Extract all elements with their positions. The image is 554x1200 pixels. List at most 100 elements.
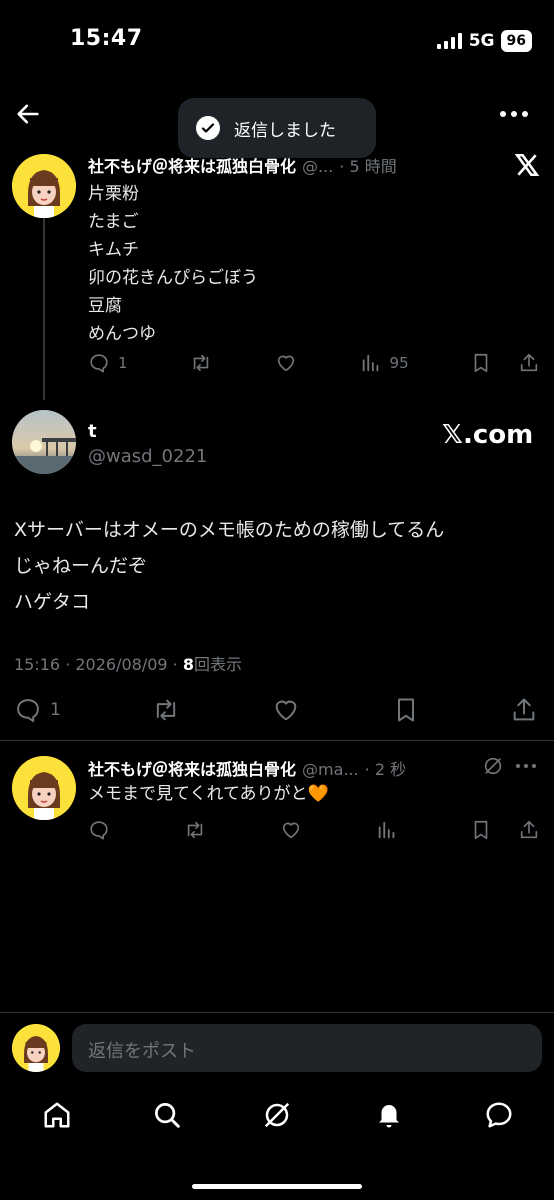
reply-count: 1: [50, 700, 61, 720]
toast-text: 返信しました: [234, 120, 336, 141]
post-time: · 5 時間: [339, 157, 397, 176]
share-icon: [520, 353, 538, 372]
avatar[interactable]: [12, 756, 76, 820]
reply-post-header: 社不もげ＠将来は孤独白骨化 @ma... · 2 秒: [88, 756, 406, 780]
reply-icon: [90, 821, 108, 840]
bookmark-button[interactable]: [470, 352, 492, 374]
reply-placeholder: 返信をポスト: [88, 1041, 196, 1062]
share-button[interactable]: [510, 696, 538, 724]
more-options-button[interactable]: [498, 100, 530, 128]
post-timestamp: 15:16 · 2026/08/09 ·: [14, 655, 183, 674]
reply-post-actions: [88, 819, 540, 841]
reply-button[interactable]: 1: [88, 352, 128, 374]
views-button[interactable]: [376, 819, 398, 841]
parent-post-header: 社不もげ＠将来は孤独白骨化 @... · 5 時間: [88, 153, 397, 177]
view-label: 回表示: [193, 655, 242, 674]
text-line: 豆腐: [88, 296, 122, 316]
like-button[interactable]: [274, 352, 298, 374]
bookmark-button[interactable]: [470, 819, 492, 841]
repost-icon: [187, 821, 202, 839]
share-icon: [513, 698, 535, 721]
bookmark-icon: [474, 353, 488, 373]
nav-grok[interactable]: [262, 1100, 292, 1130]
like-button[interactable]: [271, 696, 301, 724]
view-count: 95: [389, 354, 409, 372]
reply-button[interactable]: 1: [14, 696, 61, 724]
back-arrow-icon: [17, 104, 39, 124]
author-name[interactable]: t: [88, 421, 97, 442]
author-handle[interactable]: @wasd_0221: [88, 446, 207, 467]
grok-button[interactable]: [482, 755, 504, 777]
author-handle[interactable]: @ma...: [302, 760, 359, 779]
view-count: 8: [182, 655, 194, 674]
text-line: キムチ: [88, 240, 139, 260]
post-meta: 15:16 · 2026/08/09 · 8回表示: [14, 651, 242, 675]
author-name[interactable]: 社不もげ＠将来は孤独白骨化: [88, 153, 296, 177]
more-icon: [516, 764, 536, 768]
grok-icon: [264, 1102, 290, 1128]
back-button[interactable]: [14, 100, 42, 128]
reply-button[interactable]: [88, 819, 110, 841]
text-line: ハゲタコ: [14, 591, 91, 613]
repost-icon: [193, 354, 209, 372]
search-icon: [155, 1103, 180, 1128]
avatar[interactable]: [12, 410, 76, 474]
x-logo-icon: [514, 152, 540, 178]
text-line: Xサーバーはオメーのメモ帳のための稼働してるん: [14, 519, 445, 541]
more-options-button[interactable]: [514, 755, 538, 777]
battery-indicator: 96: [500, 30, 532, 52]
reply-icon: [17, 699, 39, 723]
analytics-icon: [362, 354, 378, 372]
repost-button[interactable]: [151, 696, 181, 724]
messages-icon: [486, 1102, 512, 1128]
analytics-icon: [378, 821, 394, 839]
repost-button[interactable]: [183, 819, 207, 841]
reply-count: 1: [118, 354, 128, 372]
reply-sent-toast: 返信しました: [178, 98, 376, 158]
main-post-text: Xサーバーはオメーのメモ帳のための稼働してるん じゃねーんだぞ ハゲタコ: [14, 512, 444, 620]
home-icon: [44, 1102, 70, 1128]
share-button[interactable]: [518, 352, 540, 374]
nav-messages[interactable]: [484, 1100, 514, 1130]
repost-icon: [156, 699, 176, 721]
reply-post-text: メモまで見てくれてありがと🧡: [88, 784, 329, 804]
signal-icon: [436, 33, 462, 49]
more-icon: [500, 111, 528, 117]
avatar: [12, 1024, 60, 1072]
heart-icon: [278, 355, 295, 372]
divider: [0, 740, 554, 741]
notifications-icon: [379, 1105, 399, 1128]
heart-icon: [276, 700, 297, 721]
parent-post-text: 片栗粉 たまご キムチ 卯の花きんぴらごぼう 豆腐 めんつゆ: [88, 180, 258, 348]
share-button[interactable]: [518, 819, 540, 841]
text-line: めんつゆ: [88, 324, 156, 344]
reply-icon: [90, 354, 108, 373]
text-line: 片栗粉: [88, 184, 139, 204]
nav-search[interactable]: [152, 1100, 182, 1130]
network-type: 5G: [468, 31, 495, 51]
text-line: たまご: [88, 212, 139, 232]
status-time: 15:47: [70, 26, 143, 51]
bookmark-icon: [397, 698, 414, 722]
bookmark-button[interactable]: [392, 696, 420, 724]
views-button[interactable]: 95: [360, 352, 409, 374]
avatar[interactable]: [12, 154, 76, 218]
author-name[interactable]: 社不もげ＠将来は孤独白骨化: [88, 756, 296, 780]
status-indicators: 5G 96: [436, 29, 532, 53]
divider: [0, 1012, 554, 1013]
nav-home[interactable]: [42, 1100, 72, 1130]
main-post-actions: 1: [14, 696, 538, 724]
parent-post-actions: 1 95: [88, 352, 540, 374]
check-icon: [196, 116, 220, 140]
x-com-brand: 𝕏.com: [442, 420, 534, 450]
nav-notifications[interactable]: [374, 1100, 404, 1130]
heart-icon: [282, 822, 300, 839]
repost-button[interactable]: [189, 352, 213, 374]
reply-input[interactable]: 返信をポスト: [72, 1024, 542, 1072]
author-handle[interactable]: @...: [302, 157, 333, 176]
thread-connector: [43, 218, 45, 400]
like-button[interactable]: [279, 819, 303, 841]
post-time: · 2 秒: [364, 760, 407, 779]
home-indicator: [192, 1184, 362, 1189]
text-line: 卯の花きんぴらごぼう: [88, 268, 258, 288]
